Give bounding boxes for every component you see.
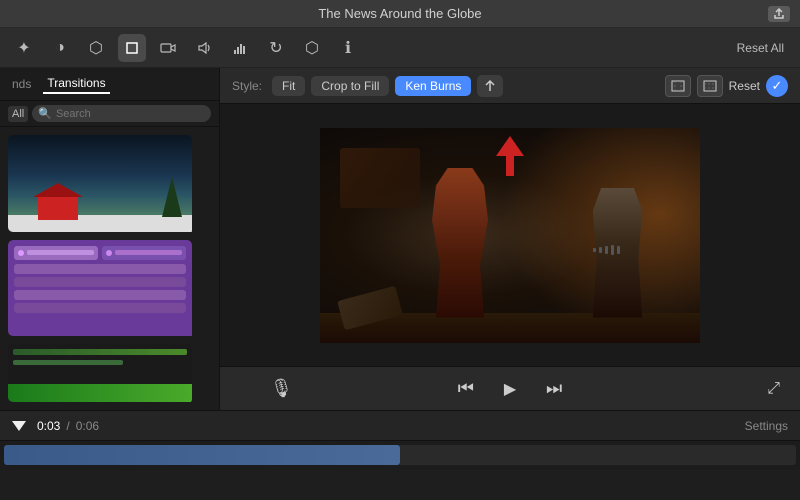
media-list: [0, 127, 219, 410]
arrow-stem: [506, 156, 514, 176]
video-preview-area: [220, 104, 800, 366]
window-title: The News Around the Globe: [318, 6, 481, 21]
crop-tool-icon[interactable]: [118, 34, 146, 62]
timecode-bar: 0:03 / 0:06 Settings: [0, 411, 800, 441]
search-row: All 🔍: [0, 101, 219, 127]
media-item[interactable]: [8, 135, 211, 232]
trees: [162, 177, 182, 217]
vol-bar-3: [605, 246, 608, 254]
volume-indicator: [593, 245, 620, 255]
time-separator: /: [66, 419, 69, 433]
panel-tabs: nds Transitions: [0, 68, 219, 101]
search-input[interactable]: [56, 108, 205, 120]
ken-burns-button[interactable]: Ken Burns: [395, 76, 471, 96]
vol-bar-4: [611, 245, 614, 255]
palette-icon[interactable]: ⬡: [82, 34, 110, 62]
play-button[interactable]: ▶: [494, 373, 526, 405]
vol-bar-5: [617, 246, 620, 254]
all-filter[interactable]: All: [8, 106, 28, 122]
bg-rock: [340, 148, 420, 208]
loop-icon[interactable]: ↻: [262, 34, 290, 62]
info-icon[interactable]: ℹ: [334, 34, 362, 62]
filter-icon[interactable]: ⬡: [298, 34, 326, 62]
timecode-display: 0:03 / 0:06: [12, 419, 99, 433]
crop-left-button[interactable]: [665, 75, 691, 97]
search-icon: 🔍: [38, 107, 52, 120]
main-toolbar: ✦ ◑ ⬡ ↻ ⬡ ℹ Reset All: [0, 28, 800, 68]
arrow-head: [496, 136, 524, 156]
fit-button[interactable]: Fit: [272, 76, 305, 96]
bar-thumbnail: [8, 344, 192, 402]
player-controls: 🎙 ⏮ ▶ ⏭ ⤢: [220, 366, 800, 410]
microphone-button[interactable]: 🎙: [270, 378, 293, 399]
character-left: [420, 168, 500, 318]
ui-thumbnail: [8, 240, 192, 337]
circle-half-icon[interactable]: ◑: [46, 34, 74, 62]
style-bar: Style: Fit Crop to Fill Ken Burns: [220, 68, 800, 104]
cabin: [38, 195, 78, 220]
cabin-thumbnail: [8, 135, 192, 232]
tab-transitions[interactable]: Transitions: [43, 74, 109, 94]
skip-back-button[interactable]: ⏮: [458, 378, 474, 399]
current-time: 0:03: [37, 419, 60, 433]
snow: [8, 215, 192, 232]
search-box: 🔍: [32, 105, 211, 122]
vol-bar-1: [593, 248, 596, 252]
title-bar: The News Around the Globe: [0, 0, 800, 28]
confirm-button[interactable]: ✓: [766, 75, 788, 97]
swap-arrow-button[interactable]: [477, 75, 503, 97]
media-item[interactable]: [8, 240, 211, 337]
playhead-indicator: [12, 421, 26, 431]
reset-button[interactable]: Reset: [729, 79, 760, 93]
total-time: 0:06: [76, 419, 99, 433]
video-frame: [320, 128, 700, 343]
timeline-track[interactable]: [0, 441, 800, 470]
tab-sounds[interactable]: nds: [8, 75, 35, 93]
vol-bar-2: [599, 247, 602, 253]
style-label: Style:: [232, 79, 262, 93]
reset-all-button[interactable]: Reset All: [731, 38, 790, 58]
green-bar: [8, 384, 192, 402]
timeline-section: 0:03 / 0:06 Settings: [0, 410, 800, 470]
right-panel: Style: Fit Crop to Fill Ken Burns: [220, 68, 800, 410]
main-content: nds Transitions All 🔍: [0, 68, 800, 410]
media-item[interactable]: [8, 344, 211, 402]
skip-forward-button[interactable]: ⏭: [546, 378, 562, 399]
share-button[interactable]: [768, 6, 790, 22]
timeline-clip: [4, 445, 796, 465]
crop-right-button[interactable]: [697, 75, 723, 97]
style-right-controls: Reset ✓: [665, 75, 788, 97]
left-panel: nds Transitions All 🔍: [0, 68, 220, 410]
settings-button[interactable]: Settings: [745, 419, 788, 433]
fullscreen-button[interactable]: ⤢: [767, 380, 780, 398]
ken-burns-arrow: [496, 136, 524, 176]
wand-icon[interactable]: ✦: [10, 34, 38, 62]
clip-filled: [4, 445, 400, 465]
camera-video-icon[interactable]: [154, 34, 182, 62]
bars-icon[interactable]: [226, 34, 254, 62]
crop-to-fill-button[interactable]: Crop to Fill: [311, 76, 389, 96]
volume-icon[interactable]: [190, 34, 218, 62]
